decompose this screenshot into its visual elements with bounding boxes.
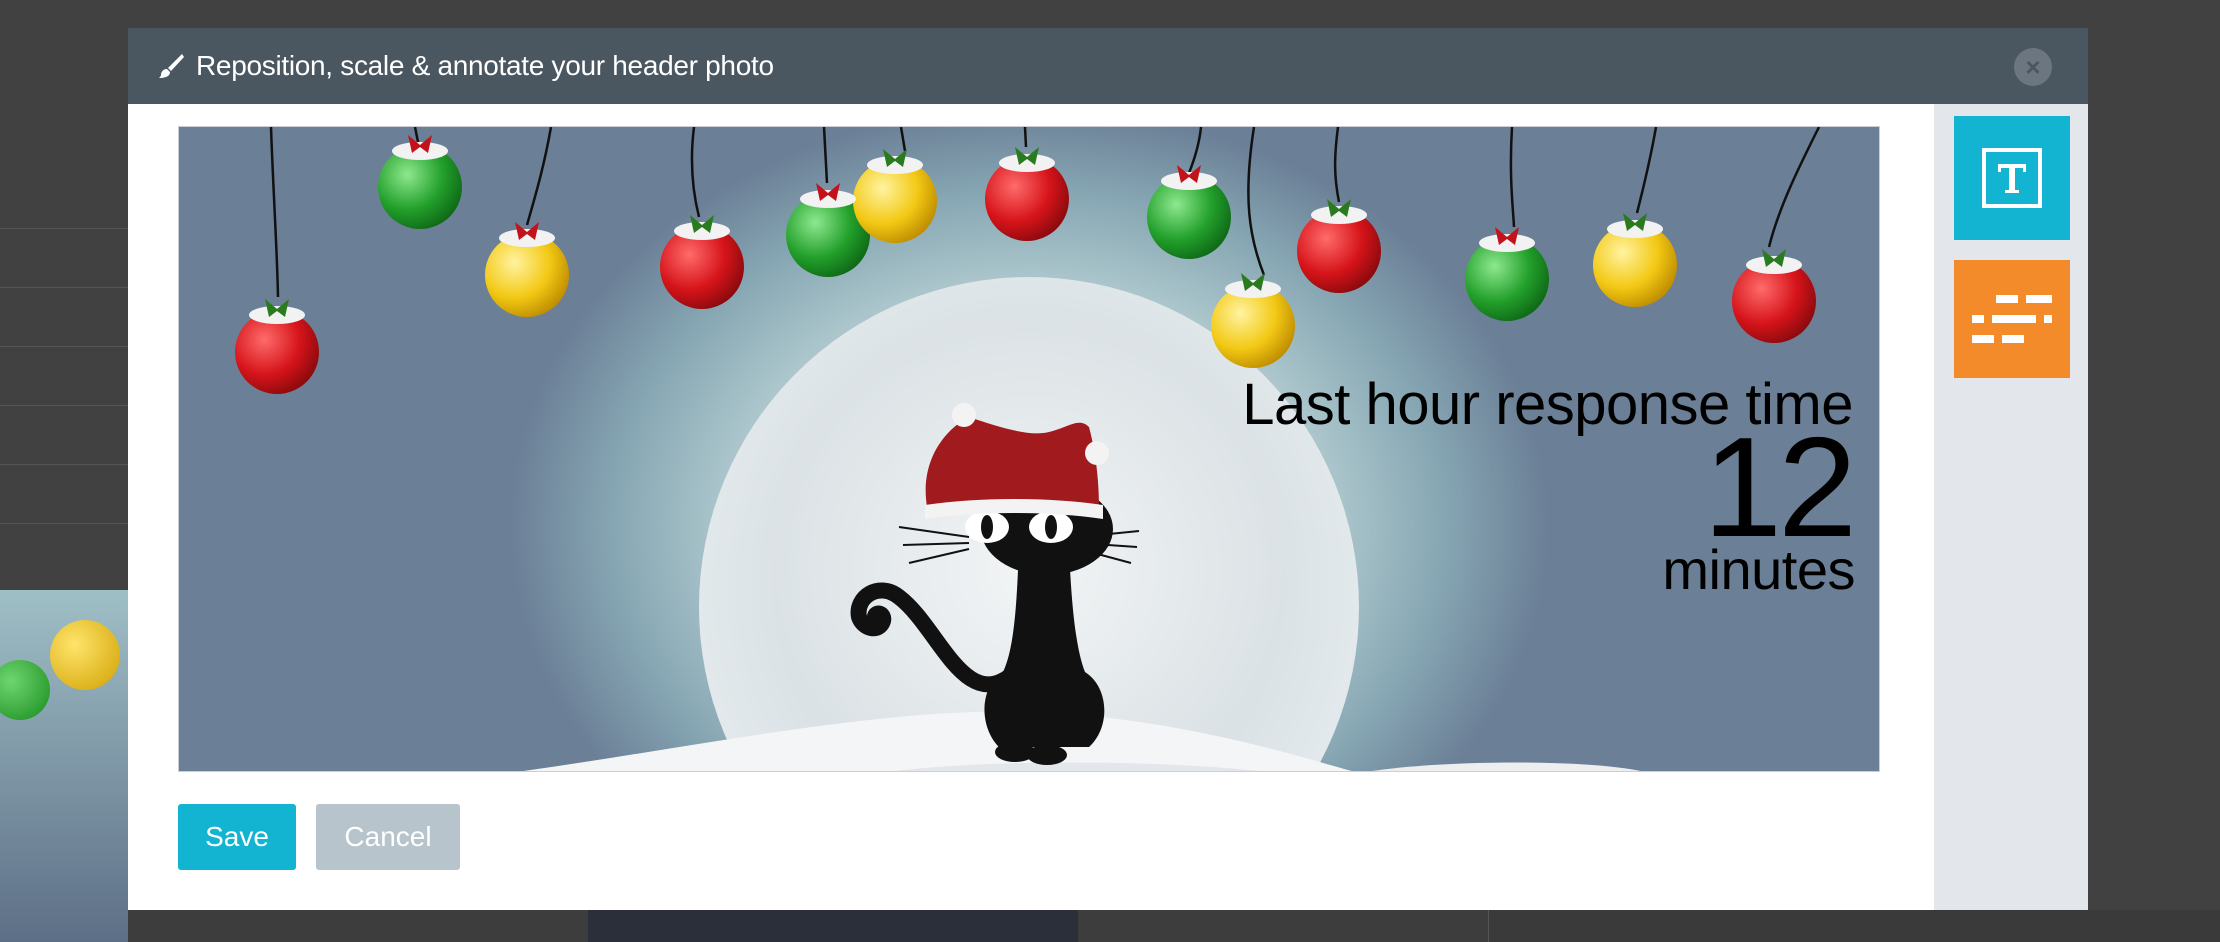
add-text-tool-button[interactable]	[1954, 116, 2070, 240]
background-page-rows	[0, 170, 128, 590]
tools-sidebar	[1934, 104, 2088, 910]
modal-actions: Save Cancel	[178, 804, 460, 870]
paintbrush-icon	[159, 54, 184, 78]
cancel-button[interactable]: Cancel	[316, 804, 460, 870]
close-button[interactable]: ×	[2014, 48, 2052, 86]
text-tool-icon	[1982, 148, 2042, 208]
annotation-unit[interactable]: minutes	[1662, 537, 1855, 602]
modal-header: Reposition, scale & annotate your header…	[128, 28, 2088, 104]
modal-title: Reposition, scale & annotate your header…	[196, 50, 774, 81]
photo-editor-modal: Reposition, scale & annotate your header…	[128, 28, 2088, 910]
modal-body: Last hour response time 12 minutes Save …	[128, 104, 2088, 910]
header-photo-canvas[interactable]: Last hour response time 12 minutes	[178, 126, 1880, 772]
background-header-photo	[0, 590, 128, 942]
save-button[interactable]: Save	[178, 804, 296, 870]
background-page-bottom	[128, 910, 2220, 942]
add-lines-tool-button[interactable]	[1954, 260, 2070, 378]
christmas-cat-illustration	[235, 127, 1821, 771]
lines-tool-icon	[1972, 295, 2052, 343]
